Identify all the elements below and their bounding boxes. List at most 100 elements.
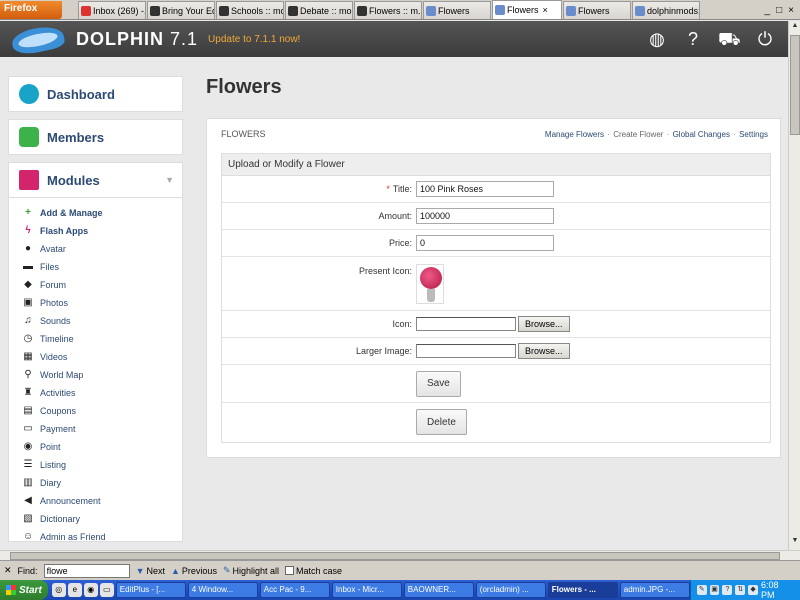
sidebar-subitem[interactable]: ▦ Videos [23,348,182,366]
link-separator: · [666,130,670,139]
sidebar-subitem[interactable]: ▬ Files [23,258,182,276]
header-icons: ◍ ? ⛟ ⏻ [646,28,776,50]
brand-name: DOLPHIN [76,28,164,49]
browser-tab[interactable]: Inbox (269) -... [78,1,146,19]
sidebar-subitem[interactable]: ▧ Dictionary [23,510,182,528]
sidebar-subitem[interactable]: ◉ Point [23,438,182,456]
sidebar-subitem[interactable]: ◀ Announcement [23,492,182,510]
chrome-icon[interactable]: ◎ [51,583,66,597]
present-icon-label: Present Icon: [358,266,412,276]
sidebar-subitem[interactable]: ▤ Coupons [23,402,182,420]
sidebar-subitem[interactable]: ▥ Diary [23,474,182,492]
taskbar-item[interactable]: admin.JPG -... [619,582,690,598]
firefox-icon[interactable]: ◉ [83,583,98,597]
sidebar-subitem[interactable]: + Add & Manage [23,204,182,222]
browser-tab[interactable]: Bring Your Ed... [147,1,215,19]
sidebar-item-members[interactable]: Members [8,119,183,155]
sidebar-subitem[interactable]: ϟ Flash Apps [23,222,182,240]
flower-form: Upload or Modify a Flower *Title: Amount… [221,153,771,443]
settings-link[interactable]: Settings [739,130,768,139]
firefox-menu-button[interactable]: Firefox [0,1,62,19]
taskbar-item[interactable]: 4 Window... [187,582,258,598]
dolphin-logo-icon[interactable] [8,22,70,58]
start-button[interactable]: Start [0,580,48,600]
sidebar-subitem[interactable]: ● Avatar [23,240,182,258]
horizontal-scrollbar[interactable] [0,550,800,560]
diary-icon: ▥ [23,477,33,488]
sidebar-item-dashboard[interactable]: Dashboard [8,76,183,112]
update-link[interactable]: Update to 7.1.1 now! [208,34,300,45]
sidebar-subitem[interactable]: ☺ Admin as Friend [23,528,182,542]
close-window-icon[interactable]: × [788,5,794,16]
power-icon[interactable]: ⏻ [754,28,776,50]
taskbar-item[interactable]: EditPlus - [... [115,582,186,598]
scroll-up-icon[interactable]: ▲ [790,22,800,34]
price-field[interactable] [416,235,554,251]
brand-version: 7.1 [170,28,199,49]
sidebar-subitem[interactable]: ☰ Listing [23,456,182,474]
find-previous-button[interactable]: ▲ Previous [171,566,217,576]
taskbar-item[interactable]: Flowers - ... [547,582,618,598]
taskbar-item[interactable]: (orcladmin) ... [475,582,546,598]
title-field[interactable] [416,181,554,197]
h-scroll-thumb[interactable] [10,552,780,560]
sidebar-subitem[interactable]: ▣ Photos [23,294,182,312]
cart-icon[interactable]: ⛟ [718,28,741,50]
tab-favicon-icon [566,5,576,16]
manage-flowers-link[interactable]: Manage Flowers [545,130,604,139]
link-separator: · [733,130,736,139]
sidebar-subitem[interactable]: ◆ Forum [23,276,182,294]
brand-title[interactable]: DOLPHIN 7.1 [76,29,198,50]
global-changes-link[interactable]: Global Changes [673,130,730,139]
vertical-scrollbar[interactable]: ▲ ▼ [788,21,800,550]
chevron-down-icon[interactable]: ▼ [165,175,174,185]
icon-browse-button[interactable]: Browse... [518,316,570,332]
tray-help-icon[interactable]: ? [722,585,733,595]
amount-field[interactable] [416,208,554,224]
tray-shield-icon[interactable]: ◆ [748,585,759,595]
browser-tab[interactable]: Flowers [563,1,631,19]
maximize-icon[interactable]: □ [776,5,782,16]
highlight-all-button[interactable]: ✎ Highlight all [223,565,279,576]
taskbar-item[interactable]: BAOWNER... [403,582,474,598]
title-label: * Title: [222,184,416,194]
close-tab-icon[interactable]: × [543,5,548,15]
members-icon [19,127,39,147]
find-next-button[interactable]: ▼ Next [136,566,165,576]
browser-tab[interactable]: Schools :: mo... [216,1,284,19]
sidebar-subitem-label: Flash Apps [40,226,89,236]
delete-button[interactable]: Delete [416,409,467,435]
sidebar-subitem[interactable]: ♫ Sounds [23,312,182,330]
larger-image-file-field[interactable] [416,344,516,358]
globe-icon[interactable]: ◍ [646,28,668,50]
scroll-down-icon[interactable]: ▼ [790,537,800,549]
tray-app-icon[interactable]: ▣ [709,585,720,595]
taskbar-item[interactable]: Inbox - Micr... [331,582,402,598]
icon-file-field[interactable] [416,317,516,331]
browser-tab[interactable]: Flowers :: m... [354,1,422,19]
sidebar-subitem-label: Payment [40,424,76,434]
sidebar-subitem[interactable]: ♜ Activities [23,384,182,402]
taskbar-item[interactable]: Acc Pac - 9... [259,582,330,598]
scroll-thumb[interactable] [790,35,800,135]
match-case-checkbox[interactable]: Match case [285,566,342,576]
close-findbar-icon[interactable]: ✕ [4,565,12,576]
browser-tab[interactable]: Debate :: mo... [285,1,353,19]
sidebar-subitem[interactable]: ▭ Payment [23,420,182,438]
sidebar-item-modules[interactable]: Modules ▼ [8,162,183,198]
find-input[interactable] [43,563,130,578]
folder-icon[interactable]: ▭ [99,583,114,597]
browser-tab[interactable]: dolphinmods:... [632,1,700,19]
sidebar-subitem[interactable]: ⚲ World Map [23,366,182,384]
ie-icon[interactable]: e [67,583,82,597]
tray-network-icon[interactable]: ⇅ [735,585,746,595]
minimize-icon[interactable]: _ [765,5,771,16]
browser-tab[interactable]: Flowers × [492,0,562,19]
help-icon[interactable]: ? [682,28,704,50]
browser-tab[interactable]: Flowers [423,1,491,19]
larger-image-browse-button[interactable]: Browse... [518,343,570,359]
save-button[interactable]: Save [416,370,461,397]
sidebar-subitem-label: Add & Manage [40,208,103,218]
sidebar-subitem[interactable]: ◷ Timeline [23,330,182,348]
tray-tool-icon[interactable]: ✎ [696,585,707,595]
